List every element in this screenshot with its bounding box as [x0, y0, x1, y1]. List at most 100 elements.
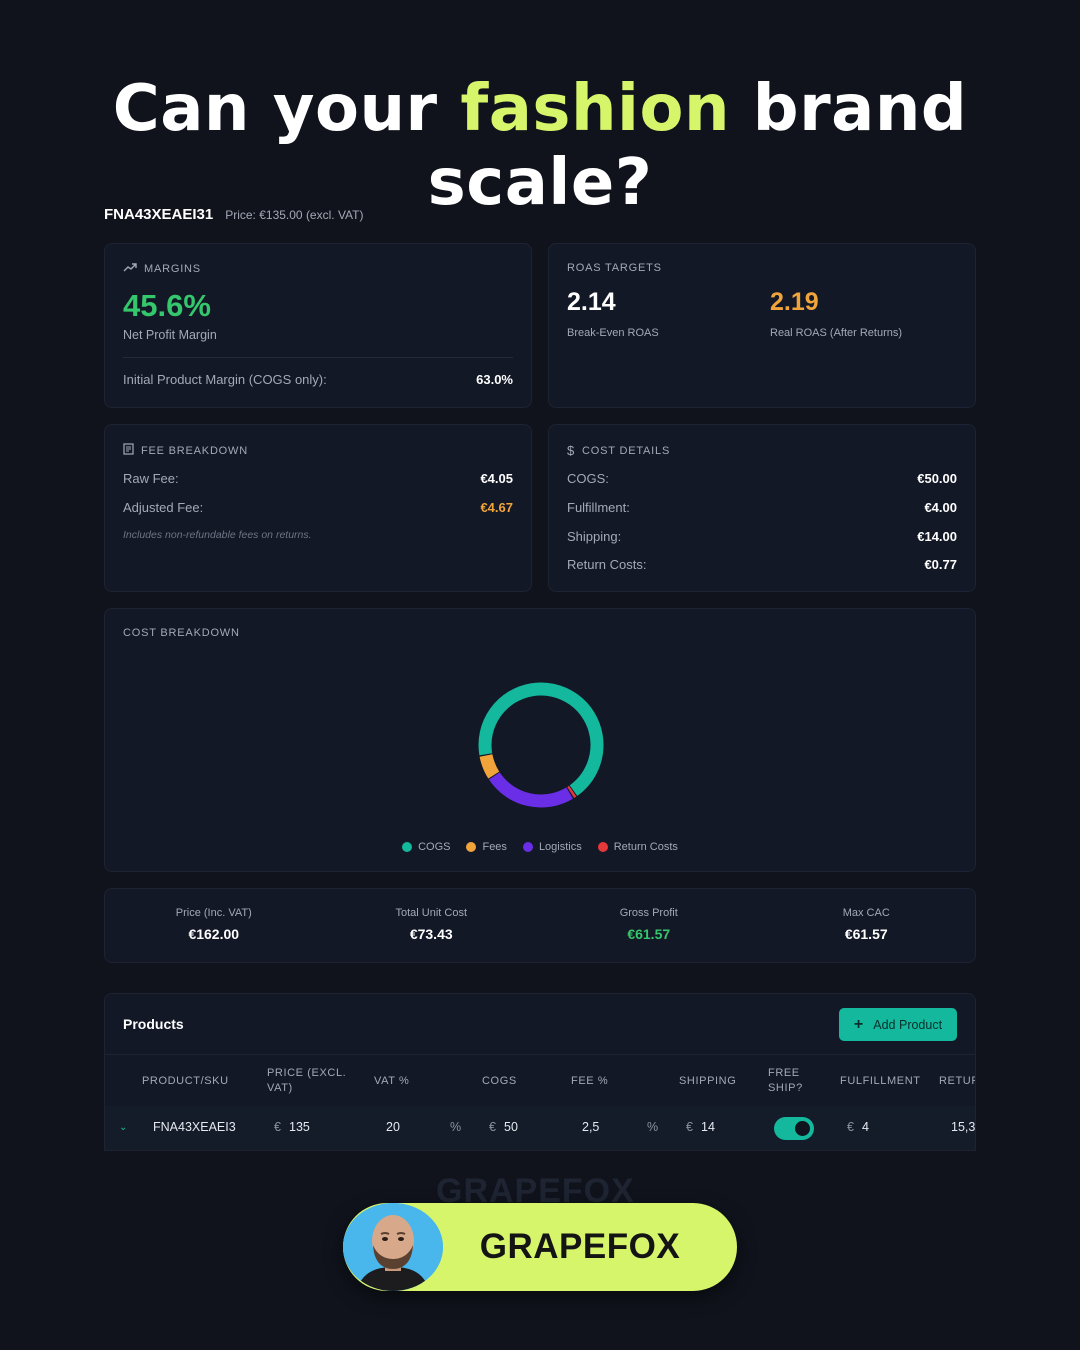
col-vat[interactable]: VAT %	[374, 1074, 409, 1089]
cost-row-label: Return Costs:	[567, 557, 647, 572]
cost-details-label: $ COST DETAILS	[567, 443, 670, 458]
legend-item-logistics[interactable]: Logistics	[522, 841, 582, 853]
cell-fulfillment[interactable]: 4	[862, 1120, 869, 1134]
avatar-portrait	[343, 1203, 443, 1291]
cost-row-value: €0.77	[924, 557, 957, 572]
avatar	[343, 1203, 443, 1291]
stat-label: Price (Inc. VAT)	[175, 907, 252, 919]
products-title: Products	[123, 1016, 184, 1032]
legend-dot	[402, 842, 413, 852]
legend-label: COGS	[418, 841, 451, 853]
cell-vat[interactable]: 20	[386, 1120, 400, 1134]
adjusted-fee-value: €4.67	[480, 500, 513, 515]
legend-item-cogs[interactable]: COGS	[402, 841, 450, 853]
headline-accent: fashion	[460, 72, 731, 146]
stat-total-unit-cost: Total Unit Cost €73.43	[323, 889, 541, 962]
real-roas: 2.19 Real ROAS (After Returns)	[770, 288, 902, 339]
col-price[interactable]: PRICE (EXCL. VAT)	[267, 1066, 353, 1096]
cell-shipping-currency: €	[686, 1120, 693, 1134]
cell-price[interactable]: 135	[289, 1120, 310, 1134]
stat-value: €73.43	[409, 926, 453, 942]
donut-slice-fees[interactable]	[475, 679, 607, 811]
products-card: Products + Add Product PRODUCT/SKU PRICE…	[104, 993, 976, 1151]
stat-label: Gross Profit	[619, 907, 678, 919]
adjusted-fee-row: Adjusted Fee: €4.67	[123, 500, 513, 515]
table-row[interactable]: ⌄ FNA43XEAEI3 € 135 20 % € 50 2,5 % € 14…	[105, 1106, 975, 1150]
add-product-label: Add Product	[873, 1017, 943, 1032]
col-cogs[interactable]: COGS	[482, 1074, 517, 1089]
col-shipping[interactable]: SHIPPING	[679, 1074, 736, 1089]
stat-label: Total Unit Cost	[395, 907, 468, 919]
cell-shipping[interactable]: 14	[701, 1120, 715, 1134]
raw-fee-row: Raw Fee: €4.05	[123, 471, 513, 486]
legend-label: Fees	[482, 841, 507, 853]
trending-up-icon	[123, 262, 137, 276]
break-even-value: 2.14	[567, 288, 616, 316]
cell-fulfillment-currency: €	[847, 1120, 854, 1134]
cost-row-cogs: COGS: €50.00	[567, 471, 957, 486]
roas-label: ROAS TARGETS	[567, 262, 662, 274]
legend-label: Logistics	[538, 841, 582, 853]
real-roas-caption: Real ROAS (After Returns)	[770, 327, 903, 339]
stat-value: €162.00	[188, 926, 240, 942]
roas-card: ROAS TARGETS 2.14 Break-Even ROAS 2.19 R…	[548, 243, 976, 408]
toggle-knob	[795, 1121, 810, 1136]
cost-breakdown-label: COST BREAKDOWN	[123, 627, 240, 639]
margins-card: MARGINS 45.6% Net Profit Margin Initial …	[104, 243, 532, 408]
legend-dot	[597, 842, 608, 852]
cost-details-card: $ COST DETAILS COGS: €50.00 Fulfillment:…	[548, 424, 976, 592]
col-product-sku[interactable]: PRODUCT/SKU	[142, 1074, 229, 1089]
legend-item-fees[interactable]: Fees	[466, 841, 507, 853]
fee-card: FEE BREAKDOWN Raw Fee: €4.05 Adjusted Fe…	[104, 424, 532, 592]
brand-pill: GRAPEFOX	[343, 1203, 737, 1291]
cell-sku[interactable]: FNA43XEAEI3	[153, 1120, 236, 1134]
stat-gross-profit: Gross Profit €61.57	[540, 889, 758, 962]
product-price: Price: €135.00 (excl. VAT)	[225, 208, 364, 222]
adjusted-fee-label: Adjusted Fee:	[123, 500, 204, 515]
product-sku: FNA43XEAEI31	[104, 206, 214, 223]
cost-row-shipping: Shipping: €14.00	[567, 529, 957, 544]
cost-row-label: COGS:	[567, 471, 609, 486]
col-returns[interactable]: RETUR	[939, 1074, 975, 1089]
receipt-icon	[123, 443, 134, 458]
legend-dot	[466, 842, 477, 852]
col-free-ship[interactable]: FREE SHIP?	[768, 1066, 818, 1096]
table-header: PRODUCT/SKU PRICE (EXCL. VAT) VAT % COGS…	[105, 1054, 975, 1106]
free-ship-toggle[interactable]	[774, 1117, 814, 1140]
add-product-button[interactable]: + Add Product	[839, 1008, 957, 1041]
headline: Can your fashion brand scale?	[0, 72, 1080, 220]
stat-label: Max CAC	[842, 907, 890, 919]
col-fee[interactable]: FEE %	[571, 1074, 608, 1089]
cost-breakdown-card: COST BREAKDOWN COGS Fees Logistics Retur…	[104, 608, 976, 872]
cell-fee[interactable]: 2,5	[582, 1120, 599, 1134]
initial-margin-row: Initial Product Margin (COGS only): 63.0…	[123, 372, 513, 387]
cost-row-value: €14.00	[917, 529, 957, 544]
break-even-caption: Break-Even ROAS	[567, 327, 659, 339]
stat-value: €61.57	[844, 926, 888, 942]
cell-fee-unit: %	[647, 1120, 659, 1134]
margins-label: MARGINS	[123, 262, 201, 276]
cell-returns[interactable]: 15,3	[951, 1120, 975, 1134]
cell-cogs[interactable]: 50	[504, 1120, 518, 1134]
initial-margin-value: 63.0%	[476, 372, 513, 387]
cost-donut-chart	[475, 679, 607, 811]
chevron-down-icon[interactable]: ⌄	[119, 1122, 127, 1133]
legend-label: Return Costs	[613, 841, 678, 853]
cost-row-value: €50.00	[917, 471, 957, 486]
donut-slice-cogs[interactable]	[476, 680, 605, 809]
real-roas-value: 2.19	[770, 288, 819, 316]
col-fulfillment[interactable]: FULFILLMENT	[840, 1074, 921, 1089]
donut-slice-logistics[interactable]	[475, 679, 607, 811]
fee-label: FEE BREAKDOWN	[123, 443, 248, 458]
headline-pre: Can your	[112, 72, 461, 146]
cost-row-value: €4.00	[924, 500, 957, 515]
fee-label-text: FEE BREAKDOWN	[141, 444, 248, 457]
initial-margin-label: Initial Product Margin (COGS only):	[123, 372, 327, 387]
net-margin-caption: Net Profit Margin	[123, 328, 217, 342]
legend-item-return-costs[interactable]: Return Costs	[597, 841, 678, 853]
margins-label-text: MARGINS	[144, 263, 201, 275]
cost-row-label: Fulfillment:	[567, 500, 630, 515]
cell-price-currency: €	[274, 1120, 281, 1134]
net-margin-value: 45.6%	[123, 288, 211, 323]
donut-slice-return-costs[interactable]	[475, 679, 607, 811]
